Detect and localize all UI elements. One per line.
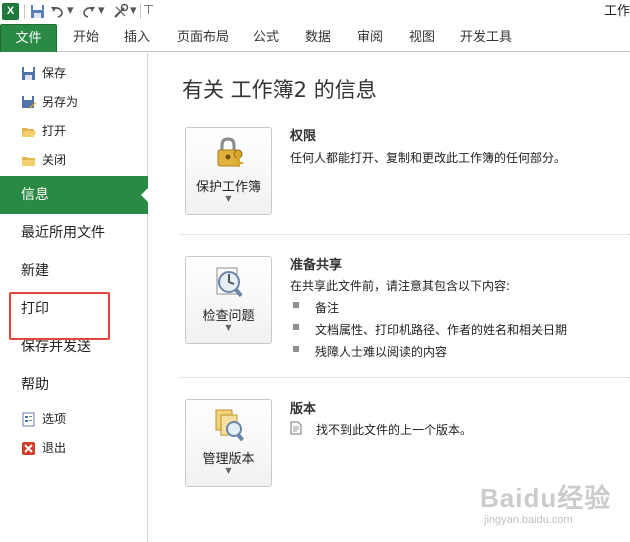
prepare-sharing-heading: 准备共享 bbox=[290, 258, 343, 273]
manage-versions-icon bbox=[215, 409, 245, 442]
bullet-square bbox=[293, 302, 299, 308]
excel-logo-icon: X bbox=[2, 3, 19, 20]
nav-options-label: 选项 bbox=[42, 412, 67, 426]
info-pane: 有关 工作簿2 的信息 保护工作簿 ▼ 权限 任何人都能打开、复制和更改此工作簿… bbox=[149, 53, 630, 542]
tab-file[interactable]: 文件 bbox=[0, 24, 57, 52]
tab-home[interactable]: 开始 bbox=[73, 24, 99, 52]
versions-heading: 版本 bbox=[290, 402, 317, 417]
manage-versions-button[interactable]: 管理版本 ▼ bbox=[185, 399, 272, 487]
section-divider bbox=[179, 377, 630, 378]
tools-dropdown-icon[interactable]: ▾ bbox=[130, 2, 137, 20]
tab-insert[interactable]: 插入 bbox=[124, 24, 150, 52]
nav-new[interactable]: 新建 bbox=[0, 252, 148, 290]
lock-key-icon bbox=[217, 137, 243, 167]
bullet-doc-properties: 文档属性、打印机路径、作者的姓名和相关日期 bbox=[315, 323, 568, 337]
watermark-url: jingyan.baidu.com bbox=[484, 514, 573, 526]
chevron-down-icon: ▼ bbox=[225, 194, 232, 203]
protect-workbook-button[interactable]: 保护工作簿 ▼ bbox=[185, 127, 272, 215]
inspect-icon bbox=[216, 267, 243, 298]
check-issues-label: 检查问题 bbox=[202, 309, 255, 324]
tab-review[interactable]: 审阅 bbox=[357, 24, 383, 52]
nav-exit-label: 退出 bbox=[42, 441, 67, 455]
permissions-text: 任何人都能打开、复制和更改此工作簿的任何部分。 bbox=[290, 151, 567, 165]
undo-dropdown-icon[interactable]: ▾ bbox=[67, 2, 74, 20]
nav-open-label: 打开 bbox=[42, 124, 67, 138]
save-icon[interactable] bbox=[29, 3, 46, 20]
bullet-square bbox=[293, 324, 299, 330]
bullet-square bbox=[293, 346, 299, 352]
nav-save-as-label: 另存为 bbox=[42, 95, 79, 109]
redo-dropdown-icon[interactable]: ▾ bbox=[98, 2, 105, 20]
chevron-down-icon: ▼ bbox=[225, 323, 232, 332]
prepare-sharing-text: 在共享此文件前，请注意其包含以下内容: bbox=[290, 279, 511, 293]
nav-close[interactable]: 关闭 bbox=[0, 146, 148, 175]
tab-page-layout[interactable]: 页面布局 bbox=[177, 24, 229, 52]
quick-access-toolbar: X ▾ ▾ ▾ ⊤ 工作 bbox=[0, 0, 630, 24]
open-folder-icon bbox=[22, 128, 36, 137]
tab-data[interactable]: 数据 bbox=[305, 24, 331, 52]
redo-icon[interactable] bbox=[80, 3, 97, 20]
nav-close-label: 关闭 bbox=[42, 153, 67, 167]
check-issues-button[interactable]: 检查问题 ▼ bbox=[185, 256, 272, 344]
qat-separator bbox=[24, 4, 25, 19]
watermark: Baidu经验 jingyan.baidu.com bbox=[480, 478, 630, 542]
chevron-down-icon: ▼ bbox=[225, 466, 232, 475]
versions-text: 找不到此文件的上一个版本。 bbox=[316, 423, 473, 437]
tab-developer[interactable]: 开发工具 bbox=[460, 24, 512, 52]
save-as-icon bbox=[22, 96, 36, 109]
ribbon-tab-bar: 文件 开始 插入 页面布局 公式 数据 审阅 视图 开发工具 bbox=[0, 24, 630, 52]
nav-save-as[interactable]: 另存为 bbox=[0, 88, 148, 117]
nav-save-label: 保存 bbox=[42, 66, 67, 80]
bullet-comments: 备注 bbox=[315, 301, 340, 315]
nav-info[interactable]: 信息 bbox=[0, 176, 149, 214]
close-folder-icon bbox=[22, 157, 35, 166]
document-version-icon bbox=[290, 421, 302, 435]
save-icon bbox=[22, 67, 35, 80]
options-icon bbox=[22, 412, 35, 427]
watermark-logo: Baidu经验 bbox=[480, 483, 612, 513]
tab-view[interactable]: 视图 bbox=[409, 24, 435, 52]
bullet-accessibility: 残障人士难以阅读的内容 bbox=[315, 345, 448, 359]
permissions-heading: 权限 bbox=[290, 129, 317, 144]
customize-qat-icon[interactable]: ⊤ bbox=[143, 2, 154, 20]
page-title: 有关 工作簿2 的信息 bbox=[182, 78, 377, 102]
undo-icon[interactable] bbox=[49, 3, 66, 20]
nav-options[interactable]: 选项 bbox=[0, 405, 148, 434]
tools-icon[interactable] bbox=[112, 3, 129, 20]
exit-icon bbox=[22, 442, 35, 455]
nav-open[interactable]: 打开 bbox=[0, 117, 148, 146]
qat-separator bbox=[140, 4, 141, 19]
nav-exit[interactable]: 退出 bbox=[0, 434, 148, 463]
nav-save[interactable]: 保存 bbox=[0, 59, 148, 88]
window-title: 工作 bbox=[603, 4, 630, 19]
manage-versions-label: 管理版本 bbox=[202, 452, 255, 467]
nav-help[interactable]: 帮助 bbox=[0, 366, 148, 404]
section-divider bbox=[179, 234, 630, 235]
protect-workbook-label: 保护工作簿 bbox=[195, 180, 261, 195]
tab-formulas[interactable]: 公式 bbox=[253, 24, 279, 52]
highlight-annotation-box bbox=[9, 292, 110, 340]
nav-recent[interactable]: 最近所用文件 bbox=[0, 214, 148, 252]
